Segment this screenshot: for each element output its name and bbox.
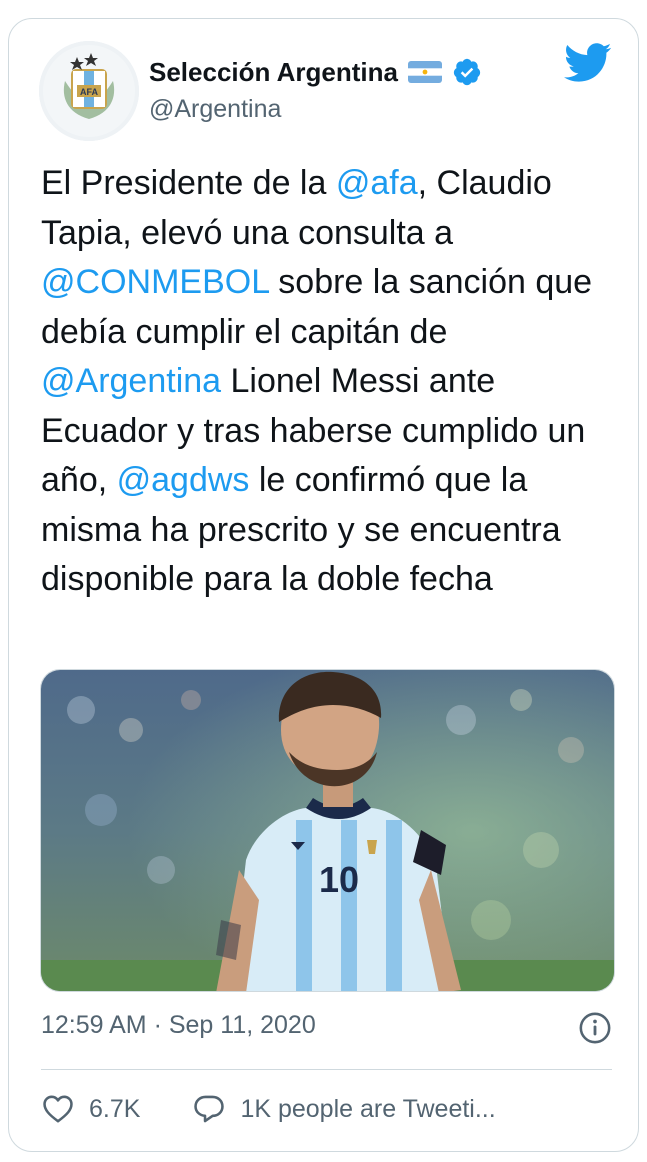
svg-text:AFA: AFA xyxy=(80,87,99,97)
conversation-label: 1K people are Tweeti... xyxy=(240,1094,496,1123)
player-photo: 10 xyxy=(41,670,614,991)
like-count: 6.7K xyxy=(89,1094,141,1123)
verified-icon xyxy=(452,57,482,87)
tweet-actions: 6.7K 1K people are Tweeti... xyxy=(41,1089,612,1129)
mention-conmebol-link[interactable]: @CONMEBOL xyxy=(41,263,269,301)
conversation-button[interactable]: 1K people are Tweeti... xyxy=(192,1092,496,1126)
tweet-timestamp[interactable]: 12:59 AM · Sep 11, 2020 xyxy=(41,1011,316,1040)
reply-bubble-icon xyxy=(194,1095,225,1123)
avatar[interactable]: AFA xyxy=(39,41,139,141)
argentina-flag-icon xyxy=(408,61,442,83)
mention-argentina-link[interactable]: @Argentina xyxy=(41,362,221,400)
mention-agdws-link[interactable]: @agdws xyxy=(117,461,250,499)
tweet-text-part: El Presidente de la xyxy=(41,164,336,202)
account-handle[interactable]: @Argentina xyxy=(149,95,281,124)
account-name[interactable]: Selección Argentina xyxy=(149,57,398,88)
info-icon[interactable] xyxy=(578,1011,612,1045)
jersey-number: 10 xyxy=(319,859,359,900)
like-button[interactable]: 6.7K xyxy=(41,1092,140,1126)
tweet-card: AFA Selección Argentina @Argentina El Pr xyxy=(8,18,639,1152)
heart-icon xyxy=(43,1095,73,1123)
tweet-text: El Presidente de la @afa, Claudio Tapia,… xyxy=(41,159,611,605)
twitter-bird-icon[interactable] xyxy=(564,43,612,83)
mention-afa-link[interactable]: @afa xyxy=(336,164,418,202)
tweet-photo[interactable]: 10 xyxy=(40,669,615,992)
afa-crest-avatar: AFA xyxy=(39,41,139,141)
account-name-row[interactable]: Selección Argentina xyxy=(149,55,482,89)
divider xyxy=(41,1069,612,1070)
